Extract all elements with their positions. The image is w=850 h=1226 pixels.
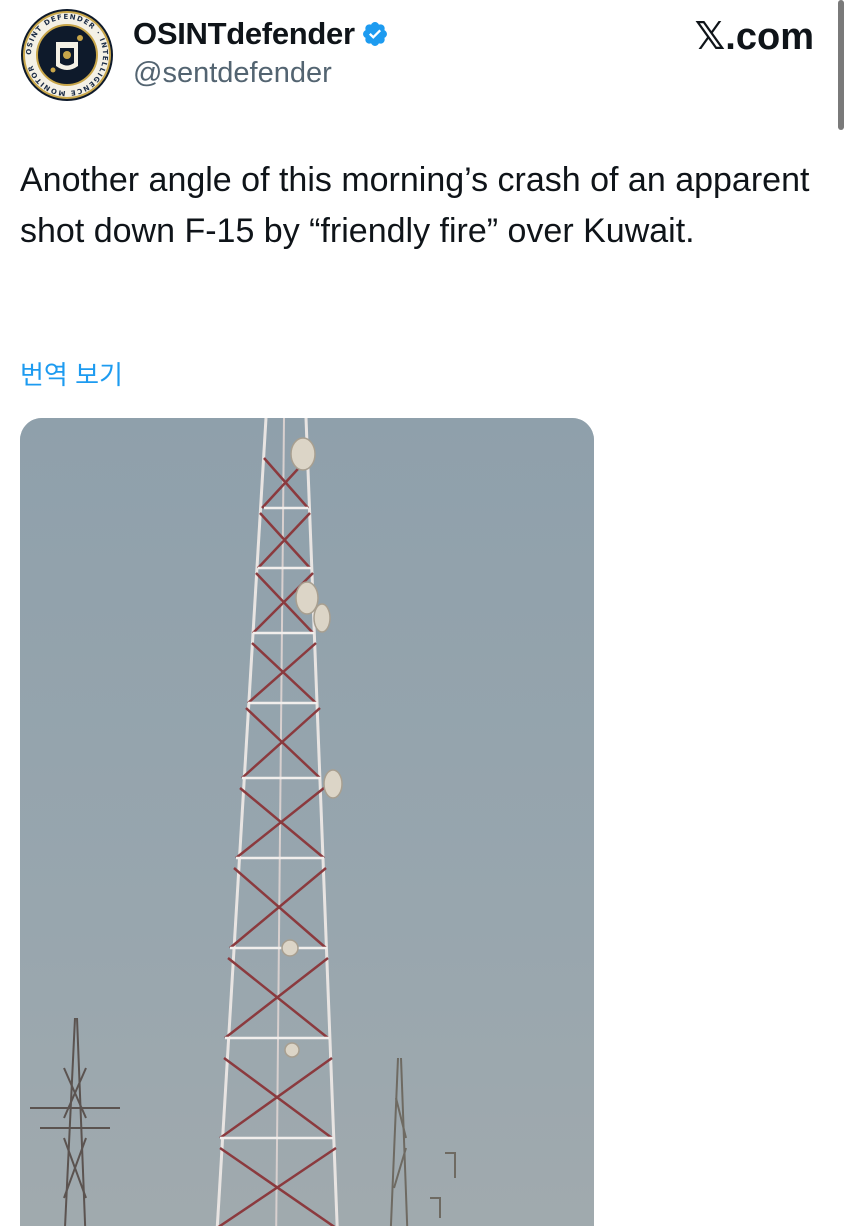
tweet-page: OSINT DEFENDER · INTELLIGENCE MONITOR OS… [0, 0, 850, 1226]
user-handle[interactable]: @sentdefender [133, 56, 332, 90]
brand-domain: .com [725, 16, 814, 58]
display-name-text: OSINTdefender [133, 16, 355, 51]
verified-badge-icon [362, 22, 387, 46]
tweet-header: OSINT DEFENDER · INTELLIGENCE MONITOR OS… [0, 0, 850, 130]
x-logo-icon: 𝕏.com [695, 14, 814, 59]
tweet-media[interactable] [20, 418, 594, 1226]
osint-defender-seal-icon: OSINT DEFENDER · INTELLIGENCE MONITOR [21, 9, 113, 101]
display-name[interactable]: OSINTdefender [133, 15, 389, 53]
scrollbar[interactable] [838, 0, 844, 130]
avatar[interactable]: OSINT DEFENDER · INTELLIGENCE MONITOR [20, 8, 114, 102]
tweet-text: Another angle of this morning’s crash of… [20, 161, 810, 250]
translate-link[interactable]: 번역 보기 [20, 358, 123, 392]
x-glyph: 𝕏 [694, 14, 726, 58]
tower-video-thumbnail [20, 418, 594, 1226]
